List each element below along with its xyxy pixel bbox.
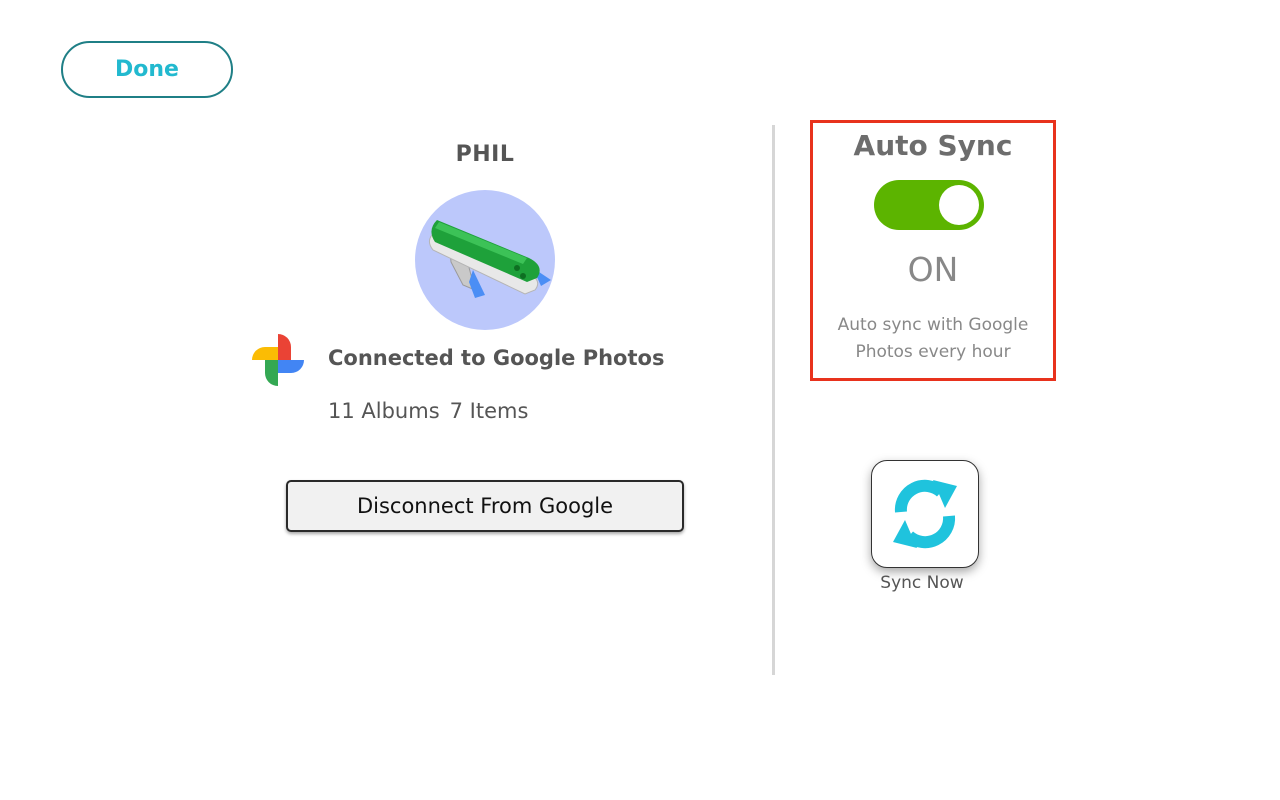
auto-sync-toggle[interactable] [874, 180, 984, 230]
swiss-knife-icon [429, 220, 551, 298]
auto-sync-description: Auto sync with Google Photos every hour [837, 315, 1029, 362]
items-count: 7 Items [449, 399, 529, 423]
connection-status: Connected to Google Photos [328, 346, 665, 370]
toggle-knob [939, 185, 979, 225]
disconnect-button[interactable]: Disconnect From Google [286, 480, 684, 532]
auto-sync-state: ON [907, 250, 959, 289]
sync-now-label: Sync Now [880, 573, 964, 593]
avatar [415, 190, 555, 330]
auto-sync-panel: Auto Sync ON Auto sync with Google Photo… [810, 120, 1056, 381]
done-button[interactable]: Done [61, 41, 233, 98]
library-counts: 11 Albums 7 Items [328, 399, 528, 423]
sync-icon [893, 479, 957, 549]
account-name: PHIL [455, 142, 515, 167]
albums-count: 11 Albums [328, 399, 440, 423]
divider [772, 125, 775, 675]
sync-now-button[interactable] [871, 460, 979, 568]
sync-settings-screen: Done PHIL Connected to Google Photos 11 … [0, 0, 1280, 800]
auto-sync-title: Auto Sync [853, 129, 1013, 162]
google-photos-icon [251, 333, 305, 387]
